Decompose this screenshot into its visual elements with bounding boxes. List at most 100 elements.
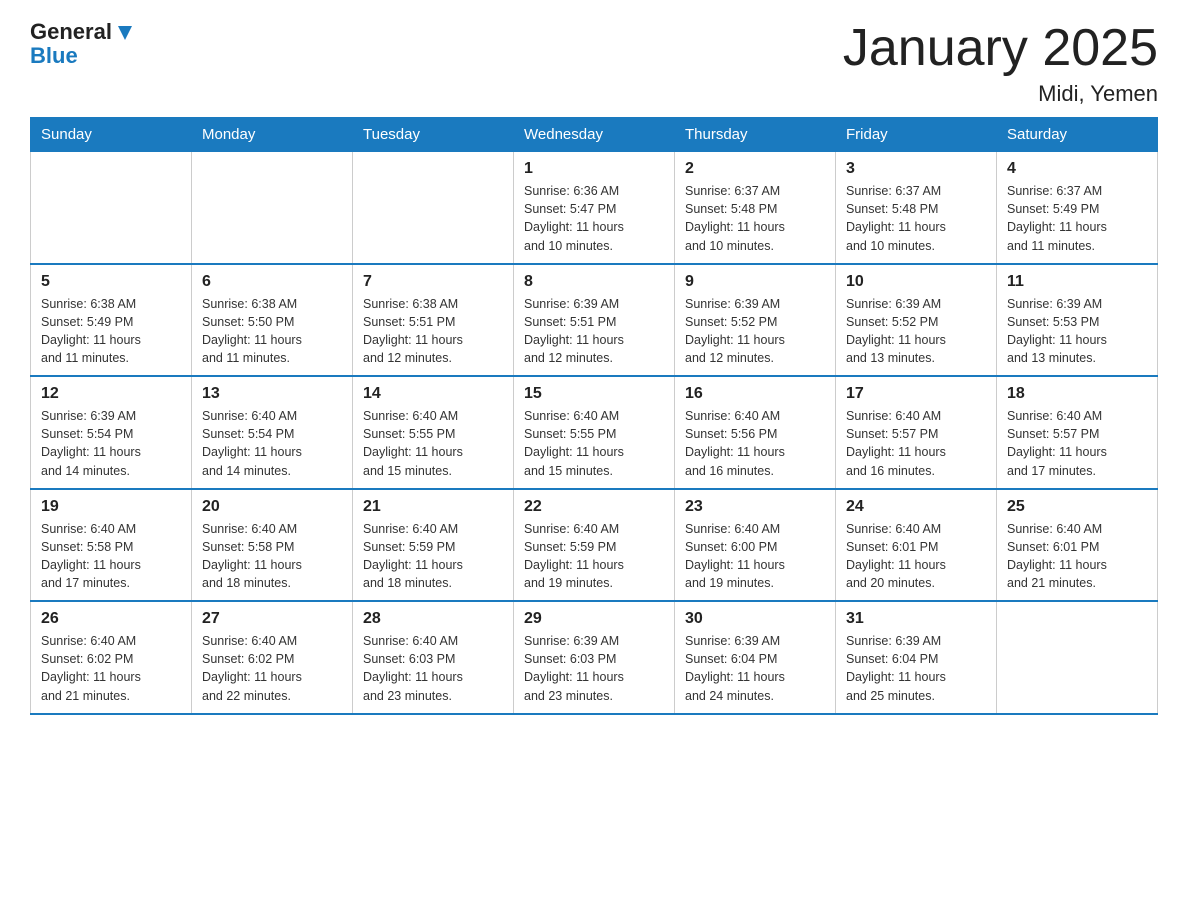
day-number: 1 — [524, 160, 664, 178]
calendar-cell: 28 Sunrise: 6:40 AM Sunset: 6:03 PM Dayli… — [353, 601, 514, 714]
header-saturday: Saturday — [997, 118, 1158, 152]
day-info: Sunrise: 6:40 AM Sunset: 6:03 PM Dayligh… — [363, 632, 503, 705]
day-number: 8 — [524, 273, 664, 291]
day-info: Sunrise: 6:40 AM Sunset: 5:58 PM Dayligh… — [202, 520, 342, 593]
calendar-cell: 26Sunrise: 6:40 AM Sunset: 6:02 PM Dayli… — [31, 601, 192, 714]
day-info: Sunrise: 6:39 AM Sunset: 6:03 PM Dayligh… — [524, 632, 664, 705]
day-info: Sunrise: 6:39 AM Sunset: 5:52 PM Dayligh… — [846, 295, 986, 368]
day-number: 13 — [202, 385, 342, 403]
day-info: Sunrise: 6:40 AM Sunset: 6:02 PM Dayligh… — [41, 632, 181, 705]
day-info: Sunrise: 6:40 AM Sunset: 6:00 PM Dayligh… — [685, 520, 825, 593]
day-number: 5 — [41, 273, 181, 291]
day-number: 25 — [1007, 498, 1147, 516]
day-number: 16 — [685, 385, 825, 403]
calendar-cell: 24 Sunrise: 6:40 AM Sunset: 6:01 PM Dayli… — [836, 489, 997, 602]
day-number: 3 — [846, 160, 986, 178]
calendar-cell: 10 Sunrise: 6:39 AM Sunset: 5:52 PM Dayli… — [836, 264, 997, 377]
day-number: 7 — [363, 273, 503, 291]
day-info: Sunrise: 6:40 AM Sunset: 6:01 PM Dayligh… — [846, 520, 986, 593]
calendar-cell — [192, 152, 353, 264]
day-info: Sunrise: 6:37 AM Sunset: 5:48 PM Dayligh… — [846, 182, 986, 255]
day-info: Sunrise: 6:40 AM Sunset: 5:55 PM Dayligh… — [363, 407, 503, 480]
day-number: 12 — [41, 385, 181, 403]
day-info: Sunrise: 6:38 AM Sunset: 5:49 PM Dayligh… — [41, 295, 181, 368]
calendar-cell: 19 Sunrise: 6:40 AM Sunset: 5:58 PM Dayli… — [31, 489, 192, 602]
logo-text-general: General — [30, 20, 112, 44]
calendar-cell: 11 Sunrise: 6:39 AM Sunset: 5:53 PM Dayli… — [997, 264, 1158, 377]
logo-arrow-icon — [114, 22, 136, 44]
calendar-cell: 13 Sunrise: 6:40 AM Sunset: 5:54 PM Dayli… — [192, 376, 353, 489]
calendar-cell: 9 Sunrise: 6:39 AM Sunset: 5:52 PM Daylig… — [675, 264, 836, 377]
day-number: 10 — [846, 273, 986, 291]
day-number: 11 — [1007, 273, 1147, 291]
calendar-cell — [997, 601, 1158, 714]
page-header: General Blue January 2025 Midi, Yemen — [30, 20, 1158, 107]
calendar-cell: 8 Sunrise: 6:39 AM Sunset: 5:51 PM Daylig… — [514, 264, 675, 377]
day-number: 23 — [685, 498, 825, 516]
calendar-cell: 31 Sunrise: 6:39 AM Sunset: 6:04 PM Dayli… — [836, 601, 997, 714]
day-number: 17 — [846, 385, 986, 403]
day-number: 24 — [846, 498, 986, 516]
calendar-cell: 1 Sunrise: 6:36 AM Sunset: 5:47 PM Daylig… — [514, 152, 675, 264]
day-number: 31 — [846, 610, 986, 628]
calendar-title: January 2025 — [843, 20, 1158, 77]
calendar-cell — [31, 152, 192, 264]
day-info: Sunrise: 6:39 AM Sunset: 6:04 PM Dayligh… — [685, 632, 825, 705]
calendar-cell: 27Sunrise: 6:40 AM Sunset: 6:02 PM Dayli… — [192, 601, 353, 714]
day-number: 6 — [202, 273, 342, 291]
calendar-cell: 15 Sunrise: 6:40 AM Sunset: 5:55 PM Dayli… — [514, 376, 675, 489]
header-tuesday: Tuesday — [353, 118, 514, 152]
logo-text-blue: Blue — [30, 43, 78, 68]
calendar-cell: 3 Sunrise: 6:37 AM Sunset: 5:48 PM Daylig… — [836, 152, 997, 264]
calendar-week-row: 12Sunrise: 6:39 AM Sunset: 5:54 PM Dayli… — [31, 376, 1158, 489]
day-number: 22 — [524, 498, 664, 516]
day-number: 9 — [685, 273, 825, 291]
day-number: 18 — [1007, 385, 1147, 403]
day-info: Sunrise: 6:38 AM Sunset: 5:51 PM Dayligh… — [363, 295, 503, 368]
calendar-cell: 20 Sunrise: 6:40 AM Sunset: 5:58 PM Dayli… — [192, 489, 353, 602]
day-info: Sunrise: 6:39 AM Sunset: 6:04 PM Dayligh… — [846, 632, 986, 705]
day-number: 2 — [685, 160, 825, 178]
day-number: 4 — [1007, 160, 1147, 178]
day-number: 21 — [363, 498, 503, 516]
calendar-cell: 25Sunrise: 6:40 AM Sunset: 6:01 PM Dayli… — [997, 489, 1158, 602]
calendar-header-row: SundayMondayTuesdayWednesdayThursdayFrid… — [31, 118, 1158, 152]
title-block: January 2025 Midi, Yemen — [843, 20, 1158, 107]
calendar-cell: 4Sunrise: 6:37 AM Sunset: 5:49 PM Daylig… — [997, 152, 1158, 264]
calendar-week-row: 26Sunrise: 6:40 AM Sunset: 6:02 PM Dayli… — [31, 601, 1158, 714]
day-info: Sunrise: 6:40 AM Sunset: 5:57 PM Dayligh… — [846, 407, 986, 480]
day-info: Sunrise: 6:40 AM Sunset: 5:57 PM Dayligh… — [1007, 407, 1147, 480]
header-sunday: Sunday — [31, 118, 192, 152]
day-number: 28 — [363, 610, 503, 628]
calendar-cell: 12Sunrise: 6:39 AM Sunset: 5:54 PM Dayli… — [31, 376, 192, 489]
day-number: 15 — [524, 385, 664, 403]
calendar-cell: 17 Sunrise: 6:40 AM Sunset: 5:57 PM Dayli… — [836, 376, 997, 489]
day-number: 20 — [202, 498, 342, 516]
header-monday: Monday — [192, 118, 353, 152]
calendar-cell: 22Sunrise: 6:40 AM Sunset: 5:59 PM Dayli… — [514, 489, 675, 602]
day-info: Sunrise: 6:36 AM Sunset: 5:47 PM Dayligh… — [524, 182, 664, 255]
day-number: 19 — [41, 498, 181, 516]
calendar-cell: 18 Sunrise: 6:40 AM Sunset: 5:57 PM Dayli… — [997, 376, 1158, 489]
day-info: Sunrise: 6:40 AM Sunset: 5:59 PM Dayligh… — [363, 520, 503, 593]
day-number: 30 — [685, 610, 825, 628]
day-info: Sunrise: 6:38 AM Sunset: 5:50 PM Dayligh… — [202, 295, 342, 368]
day-info: Sunrise: 6:39 AM Sunset: 5:53 PM Dayligh… — [1007, 295, 1147, 368]
day-info: Sunrise: 6:39 AM Sunset: 5:52 PM Dayligh… — [685, 295, 825, 368]
day-info: Sunrise: 6:40 AM Sunset: 5:54 PM Dayligh… — [202, 407, 342, 480]
calendar-cell: 6 Sunrise: 6:38 AM Sunset: 5:50 PM Daylig… — [192, 264, 353, 377]
calendar-week-row: 19 Sunrise: 6:40 AM Sunset: 5:58 PM Dayli… — [31, 489, 1158, 602]
calendar-cell — [353, 152, 514, 264]
day-info: Sunrise: 6:40 AM Sunset: 5:56 PM Dayligh… — [685, 407, 825, 480]
header-friday: Friday — [836, 118, 997, 152]
calendar-cell: 30 Sunrise: 6:39 AM Sunset: 6:04 PM Dayli… — [675, 601, 836, 714]
calendar-cell: 16 Sunrise: 6:40 AM Sunset: 5:56 PM Dayli… — [675, 376, 836, 489]
day-info: Sunrise: 6:40 AM Sunset: 5:55 PM Dayligh… — [524, 407, 664, 480]
header-thursday: Thursday — [675, 118, 836, 152]
day-info: Sunrise: 6:40 AM Sunset: 5:58 PM Dayligh… — [41, 520, 181, 593]
day-info: Sunrise: 6:40 AM Sunset: 6:02 PM Dayligh… — [202, 632, 342, 705]
calendar-cell: 14 Sunrise: 6:40 AM Sunset: 5:55 PM Dayli… — [353, 376, 514, 489]
day-info: Sunrise: 6:39 AM Sunset: 5:51 PM Dayligh… — [524, 295, 664, 368]
day-number: 14 — [363, 385, 503, 403]
calendar-table: SundayMondayTuesdayWednesdayThursdayFrid… — [30, 117, 1158, 715]
